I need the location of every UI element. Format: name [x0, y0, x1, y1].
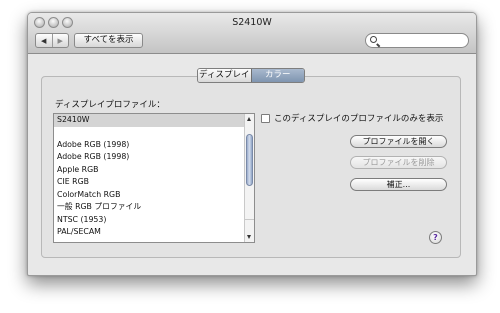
preferences-window: S2410W ◀ ▶ すべてを表示 ディスプレイ カラー ディスプレイプロファイ…	[27, 12, 477, 276]
show-all-button[interactable]: すべてを表示	[74, 33, 143, 48]
delete-profile-button[interactable]: プロファイルを削除	[350, 156, 447, 169]
profile-list-item[interactable]: Adobe RGB (1998)	[54, 139, 244, 152]
window-title: S2410W	[232, 17, 272, 28]
back-arrow-icon[interactable]: ◀	[36, 34, 52, 47]
only-this-display-option[interactable]: このディスプレイのプロファイルのみを表示	[261, 112, 443, 124]
profile-list[interactable]: S2410W Adobe RGB (1998) Adobe RGB (1998) Ap…	[53, 113, 255, 243]
profile-list-item[interactable]: NTSC (1953)	[54, 214, 244, 227]
profile-list-item[interactable]: Adobe RGB (1998)	[54, 151, 244, 164]
back-forward-group: ◀ ▶	[35, 33, 69, 48]
scroll-down-arrow-icon[interactable]	[247, 235, 251, 239]
tab-color[interactable]: カラー	[250, 69, 304, 82]
search-field[interactable]	[365, 33, 469, 48]
open-profile-button[interactable]: プロファイルを開く	[350, 135, 447, 148]
profile-list-item[interactable]: 一般 RGB プロファイル	[54, 201, 244, 214]
profile-list-item[interactable]: S2410W	[54, 114, 244, 127]
only-this-display-checkbox[interactable]	[261, 113, 270, 123]
profile-list-item[interactable]: PAL/SECAM	[54, 226, 244, 239]
search-input[interactable]	[380, 35, 464, 46]
tab-display[interactable]: ディスプレイ	[198, 69, 251, 82]
tab-bar: ディスプレイ カラー	[197, 68, 305, 83]
profile-list-scrollbar[interactable]	[244, 114, 254, 242]
scroll-thumb[interactable]	[246, 134, 253, 186]
profile-list-item[interactable]: ColorMatch RGB	[54, 189, 244, 202]
profile-list-item[interactable]: Apple RGB	[54, 164, 244, 177]
profile-list-item[interactable]: CIE RGB	[54, 176, 244, 189]
only-this-display-label: このディスプレイのプロファイルのみを表示	[274, 114, 444, 124]
scroll-up-arrow-icon[interactable]	[247, 117, 251, 121]
search-icon	[370, 36, 377, 43]
display-profile-label: ディスプレイプロファイル：	[55, 100, 165, 110]
profile-list-item[interactable]	[54, 127, 244, 139]
scroll-arrow-group	[245, 219, 254, 232]
title-bar: S2410W ◀ ▶ すべてを表示	[28, 13, 476, 54]
calibrate-button[interactable]: 補正...	[350, 178, 447, 191]
help-button[interactable]: ?	[429, 231, 442, 244]
forward-arrow-icon[interactable]: ▶	[51, 34, 69, 47]
